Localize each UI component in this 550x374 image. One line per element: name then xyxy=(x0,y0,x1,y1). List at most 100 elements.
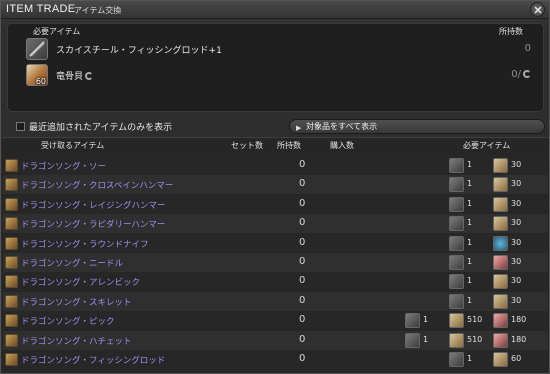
trade-item-have: 0 xyxy=(299,159,306,170)
material-count: 180 xyxy=(511,315,527,325)
material-icon[interactable] xyxy=(449,255,464,270)
tool-icon xyxy=(5,197,18,211)
recent-only-label: 最近追加されたアイテムのみを表示 xyxy=(29,123,173,133)
required-item-name: スカイスチール・フィッシングロッド+1 xyxy=(56,46,222,56)
material-count: 510 xyxy=(467,315,483,325)
material-icon[interactable] xyxy=(493,216,508,232)
material-count: 1 xyxy=(423,315,429,325)
trade-row[interactable]: ドラゴンソング・ラピダリーハンマー 0 1 30 xyxy=(3,214,548,234)
trade-item-name: ドラゴンソング・フィッシングロッド xyxy=(21,356,166,366)
material-icon[interactable] xyxy=(449,332,464,348)
trade-row[interactable]: ドラゴンソング・ニードル 0 1 30 xyxy=(3,253,548,272)
material-icon[interactable] xyxy=(449,216,464,232)
tool-icon xyxy=(5,294,18,308)
trade-row[interactable]: ドラゴンソング・クロスペインハンマー 0 1 30 xyxy=(3,175,548,195)
required-item-have: 0/ xyxy=(511,69,531,80)
material-icon[interactable] xyxy=(493,196,508,212)
material-count: 1 xyxy=(467,257,473,266)
material-icon[interactable] xyxy=(449,274,464,290)
trade-item-have: 0 xyxy=(299,197,306,209)
material-count: 1 xyxy=(467,179,473,189)
tool-icon xyxy=(5,236,18,250)
trade-item-have: 0 xyxy=(299,178,306,190)
material-count: 30 xyxy=(511,198,522,208)
material-icon[interactable] xyxy=(493,352,508,367)
material-icon[interactable] xyxy=(493,293,508,309)
trade-row[interactable]: ドラゴンソング・ハチェット 0 1 510 180 xyxy=(3,330,548,350)
column-required: 必要アイテム xyxy=(463,141,511,150)
trade-item-have: 0 xyxy=(299,294,306,306)
trade-item-name: ドラゴンソング・ラウンドナイフ xyxy=(21,239,149,250)
trade-item-have: 0 xyxy=(299,353,306,364)
material-count: 1 xyxy=(467,237,473,247)
required-item-row[interactable]: スカイスチール・フィッシングロッド+1 0 xyxy=(26,38,531,60)
trade-row[interactable]: ドラゴンソング・ラウンドナイフ 0 1 30 xyxy=(3,233,548,253)
item-trade-window: ITEM TRADE アイテム交換 必要アイテム 所持数 スカイスチール・フィッ… xyxy=(0,0,550,374)
required-items-panel: 必要アイテム 所持数 スカイスチール・フィッシングロッド+1 0 60 竜骨貝 … xyxy=(7,23,544,112)
trade-item-have: 0 xyxy=(299,275,306,287)
material-count: 30 xyxy=(511,218,522,228)
tool-icon xyxy=(5,353,18,366)
required-item-have: 0 xyxy=(524,43,531,54)
material-icon[interactable] xyxy=(449,158,464,173)
recent-only-checkbox[interactable] xyxy=(16,122,25,131)
title-bar[interactable]: ITEM TRADE アイテム交換 xyxy=(1,1,549,19)
currency-icon xyxy=(85,72,94,80)
column-receive: 受け取るアイテム xyxy=(41,141,105,150)
tool-icon xyxy=(5,217,18,231)
trade-item-name: ドラゴンソング・ハチェット xyxy=(21,336,132,347)
material-count: 1 xyxy=(467,160,473,169)
material-icon[interactable] xyxy=(449,177,464,193)
material-icon[interactable] xyxy=(493,158,508,173)
trade-row[interactable]: ドラゴンソング・ソー 0 1 30 xyxy=(3,156,548,175)
trade-item-name: ドラゴンソング・アレンビック xyxy=(21,278,141,289)
material-count: 1 xyxy=(467,276,473,286)
column-have: 所持数 xyxy=(277,141,301,150)
tool-icon xyxy=(5,275,18,289)
material-icon[interactable] xyxy=(493,235,508,251)
material-count: 30 xyxy=(511,237,522,247)
material-icon[interactable] xyxy=(449,196,464,212)
currency-icon xyxy=(523,70,531,78)
trade-item-have: 0 xyxy=(299,236,306,248)
owned-count-header: 所持数 xyxy=(499,27,523,36)
material-icon[interactable] xyxy=(493,177,508,193)
trade-item-have: 0 xyxy=(299,333,306,345)
material-count: 30 xyxy=(511,276,522,286)
material-count: 1 xyxy=(423,334,429,344)
material-icon[interactable] xyxy=(449,313,464,329)
trade-item-name: ドラゴンソング・ラピダリーハンマー xyxy=(21,220,166,231)
fishing-rod-icon xyxy=(26,38,48,60)
trade-item-name: ドラゴンソング・ピック xyxy=(21,317,115,328)
material-count: 1 xyxy=(467,218,473,228)
material-icon[interactable] xyxy=(449,235,464,251)
close-button[interactable] xyxy=(530,2,545,17)
trade-row[interactable]: ドラゴンソング・スキレット 0 1 30 xyxy=(3,291,548,311)
material-icon[interactable] xyxy=(493,274,508,290)
material-count: 30 xyxy=(511,160,522,169)
material-icon[interactable] xyxy=(449,293,464,309)
material-icon[interactable] xyxy=(493,332,508,348)
material-icon[interactable] xyxy=(405,332,420,348)
material-count: 1 xyxy=(467,198,473,208)
required-item-row[interactable]: 60 竜骨貝 0/ xyxy=(26,64,531,86)
trade-item-have: 0 xyxy=(299,314,306,326)
trade-row[interactable]: ドラゴンソング・アレンビック 0 1 30 xyxy=(3,272,548,292)
column-buy: 購入数 xyxy=(330,141,354,150)
trade-row[interactable]: ドラゴンソング・レイジングハンマー 0 1 30 xyxy=(3,194,548,214)
material-icon[interactable] xyxy=(493,313,508,329)
material-count: 30 xyxy=(511,179,522,189)
window-subtitle: アイテム交換 xyxy=(74,6,122,15)
trade-item-name: ドラゴンソング・スキレット xyxy=(21,297,132,308)
required-items-header: 必要アイテム xyxy=(33,27,81,36)
show-all-button[interactable]: ▶ 対象品をすべて表示 xyxy=(289,119,545,134)
material-icon[interactable] xyxy=(449,352,464,367)
trade-item-name: ドラゴンソング・ソー xyxy=(21,162,107,172)
material-icon[interactable] xyxy=(493,255,508,270)
trade-row[interactable]: ドラゴンソング・フィッシングロッド 0 1 60 xyxy=(3,350,548,369)
show-all-label: 対象品をすべて表示 xyxy=(306,122,378,131)
material-count: 1 xyxy=(467,354,473,363)
material-icon[interactable] xyxy=(405,313,420,329)
trade-row[interactable]: ドラゴンソング・ピック 0 1 510 180 xyxy=(3,311,548,331)
trade-item-have: 0 xyxy=(299,217,306,229)
